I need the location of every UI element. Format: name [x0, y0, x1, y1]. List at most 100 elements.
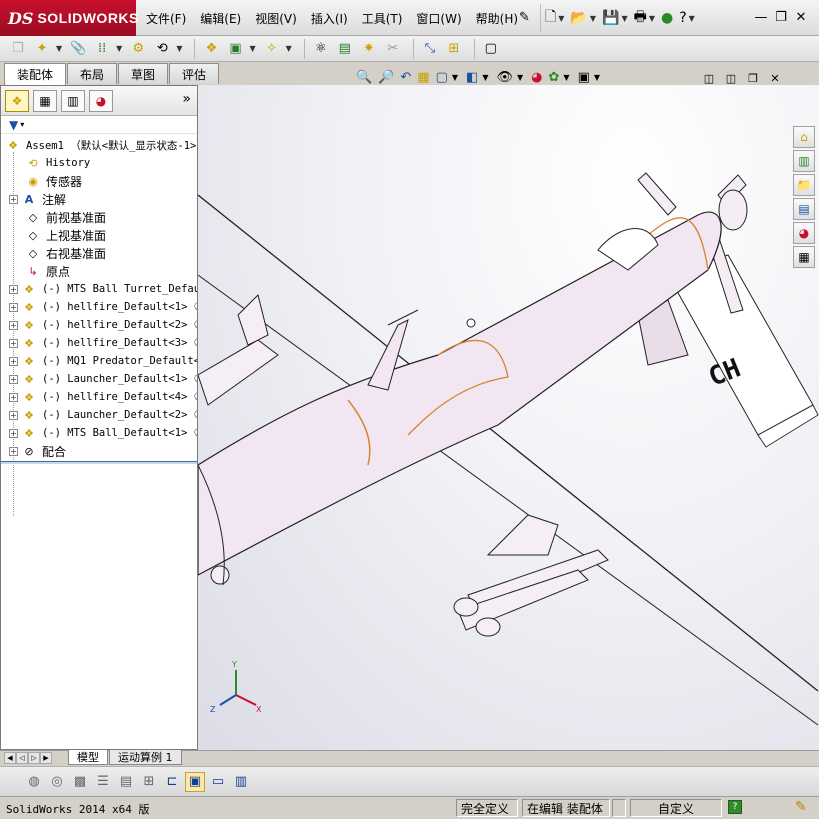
expand-icon[interactable]: +: [9, 284, 18, 294]
wireframe-icon[interactable]: ☰: [93, 772, 113, 792]
doc-restore-icon[interactable]: ❐: [744, 70, 762, 86]
feature-manager-tab-icon[interactable]: ❖: [5, 89, 29, 112]
graphics-area[interactable]: CH Y X Z: [198, 85, 819, 750]
shaded-edges-icon[interactable]: ◎: [47, 772, 67, 792]
grid-icon[interactable]: ▤: [116, 772, 136, 792]
tree-item[interactable]: + ❖ (-) hellfire_Default<1> ⑤: [9, 298, 197, 316]
filter-icon[interactable]: ▼: [9, 118, 18, 132]
menu-view[interactable]: 视图(V): [255, 10, 297, 27]
menu-edit[interactable]: 编辑(E): [200, 10, 241, 27]
tree-item[interactable]: + ❖ (-) hellfire_Default<3> ⑤: [9, 334, 197, 352]
display-style-icon[interactable]: ◧: [466, 70, 478, 85]
explode-line-icon[interactable]: ✂: [383, 39, 403, 59]
new-document-button[interactable]: 🗋 ▼: [545, 6, 564, 30]
new-part-icon[interactable]: ✦: [32, 39, 52, 59]
view-settings-icon[interactable]: ▣: [578, 70, 590, 85]
tab-assembly[interactable]: 装配体: [4, 63, 67, 85]
doc-minimize-icon[interactable]: ◫: [722, 70, 740, 86]
edit-appearance-icon[interactable]: ◕: [531, 70, 542, 85]
save-button[interactable]: 💾 ▼: [602, 10, 628, 26]
expand-icon[interactable]: +: [9, 338, 18, 348]
tree-item[interactable]: + ❖ (-) hellfire_Default<2> ⑤: [9, 316, 197, 334]
hidden-lines-icon[interactable]: ▩: [70, 772, 90, 792]
apply-scene-icon[interactable]: ✿: [549, 70, 560, 85]
tree-item[interactable]: ◇ 前视基准面: [25, 208, 197, 226]
tree-item[interactable]: ⟲ History: [25, 154, 197, 172]
tree-item[interactable]: ◇ 上视基准面: [25, 226, 197, 244]
view-cube-icon[interactable]: ▣: [185, 771, 205, 792]
design-library-icon[interactable]: ▥: [793, 150, 815, 172]
expand-icon[interactable]: +: [9, 356, 18, 366]
filter-dropdown-icon[interactable]: ▾: [20, 120, 24, 129]
menu-file[interactable]: 文件(F): [146, 10, 186, 27]
tree-item[interactable]: + ❖ (-) Launcher_Default<2> ⑤: [9, 406, 197, 424]
assembly-features-icon[interactable]: ▣: [225, 39, 245, 59]
expand-icon[interactable]: +: [9, 446, 18, 456]
status-custom-units[interactable]: 自定义: [630, 799, 722, 817]
expand-icon[interactable]: +: [9, 410, 18, 420]
split-view-icon[interactable]: ▥: [231, 772, 251, 792]
bill-of-materials-icon[interactable]: ▤: [335, 39, 355, 59]
scroll-first-icon[interactable]: ◀: [4, 752, 16, 764]
show-hidden-icon[interactable]: ❖: [201, 39, 221, 59]
shaded-icon[interactable]: ◍: [24, 772, 44, 792]
tree-item[interactable]: ↳ 原点: [25, 262, 197, 280]
tile-icon[interactable]: ◫: [700, 70, 718, 86]
close-icon[interactable]: ✕: [791, 8, 811, 26]
hide-show-items-icon[interactable]: 👁: [496, 70, 513, 85]
open-button[interactable]: 📂 ▼: [570, 10, 596, 26]
zoom-to-fit-icon[interactable]: 🔍: [356, 70, 372, 85]
tree-item[interactable]: + ❖ (-) MTS Ball Turret_Default<1>: [9, 280, 197, 298]
view-palette-icon[interactable]: ▤: [793, 198, 815, 220]
tree-item[interactable]: + ❖ (-) hellfire_Default<4> ⑤: [9, 388, 197, 406]
pin-menu-icon[interactable]: ✎: [519, 10, 530, 25]
previous-view-icon[interactable]: ↶: [400, 70, 411, 85]
tab-sketch[interactable]: 草图: [118, 63, 169, 84]
panel-splitter[interactable]: [1, 461, 197, 464]
tree-item[interactable]: + ❖ (-) Launcher_Default<1> ⑤: [9, 370, 197, 388]
instant3d-icon[interactable]: ⤡: [420, 39, 440, 59]
smart-fasteners-icon[interactable]: ⚙: [128, 39, 148, 59]
expand-icon[interactable]: +: [9, 428, 18, 438]
print-button[interactable]: 🖶 ▼: [634, 6, 655, 30]
tree-item[interactable]: + ❖ (-) MTS Ball_Default<1> ⑤: [9, 424, 197, 442]
appearances-icon[interactable]: ◕: [793, 222, 815, 244]
tree-item[interactable]: ◇ 右视基准面: [25, 244, 197, 262]
tab-model[interactable]: 模型: [68, 750, 108, 765]
solidworks-logo[interactable]: DS SOLIDWORKS: [0, 0, 138, 36]
menu-insert[interactable]: 插入(I): [311, 10, 348, 27]
insert-component-icon[interactable]: ❒: [8, 39, 28, 59]
solidworks-resources-icon[interactable]: ⌂: [793, 126, 815, 148]
tree-item[interactable]: + ⊘ 配合: [9, 442, 197, 460]
view-orientation-icon[interactable]: ▢: [436, 70, 448, 85]
tree-root-assembly[interactable]: ❖ Assem1 （默认<默认_显示状态-1>）: [5, 136, 197, 154]
single-view-icon[interactable]: ▭: [208, 772, 228, 792]
menu-help[interactable]: 帮助(H): [476, 10, 518, 27]
tree-item[interactable]: ◉ 传感器: [25, 172, 197, 190]
exploded-view-icon[interactable]: ✷: [359, 39, 379, 59]
tab-evaluate[interactable]: 评估: [169, 63, 220, 84]
update-speedpak-icon[interactable]: ⊞: [444, 39, 464, 59]
linear-pattern-icon[interactable]: ⁞⁞: [92, 39, 112, 59]
take-snapshot-icon[interactable]: ▢: [481, 39, 501, 59]
scroll-next-icon[interactable]: ▷: [28, 752, 40, 764]
quick-tips-icon[interactable]: ✎: [795, 799, 807, 815]
expand-icon[interactable]: +: [9, 392, 18, 402]
tab-motion-study[interactable]: 运动算例 1: [109, 750, 182, 765]
expand-icon[interactable]: +: [9, 302, 18, 312]
scroll-prev-icon[interactable]: ◁: [16, 752, 28, 764]
custom-properties-icon[interactable]: ▦: [793, 246, 815, 268]
move-component-icon[interactable]: ⟲: [152, 39, 172, 59]
zoom-to-area-icon[interactable]: 🔎: [378, 70, 394, 85]
menu-window[interactable]: 窗口(W): [416, 10, 461, 27]
display-manager-tab-icon[interactable]: ◕: [89, 89, 113, 112]
scroll-last-icon[interactable]: ▶: [40, 752, 52, 764]
mate-icon[interactable]: 📎: [68, 39, 88, 59]
file-explorer-icon[interactable]: 📁: [793, 174, 815, 196]
new-motion-study-icon[interactable]: ⚛: [311, 39, 331, 59]
restore-icon[interactable]: ❐: [771, 8, 791, 26]
more-tabs-icon[interactable]: »: [182, 91, 191, 107]
menu-tools[interactable]: 工具(T): [362, 10, 403, 27]
dimension-icon[interactable]: ⊏: [162, 772, 182, 792]
reference-geometry-icon[interactable]: ✧: [262, 39, 282, 59]
